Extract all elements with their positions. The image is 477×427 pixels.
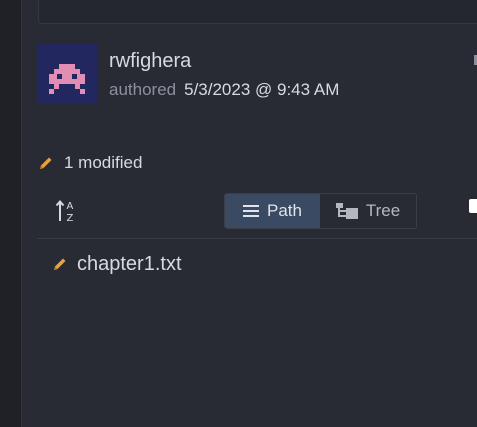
pencil-icon	[40, 157, 52, 169]
file-name: chapter1.txt	[77, 252, 182, 275]
file-row[interactable]: chapter1.txt	[52, 251, 182, 277]
path-label: Path	[267, 201, 302, 220]
path-view-button[interactable]: Path	[225, 194, 320, 228]
commit-details-panel: rwfighera authored 5/3/2023 @ 9:43 AM 1 m…	[0, 0, 477, 427]
svg-text:A: A	[67, 201, 74, 212]
sidebar-divider	[21, 0, 22, 427]
tree-label: Tree	[365, 201, 401, 220]
list-icon	[243, 205, 259, 217]
file-list-divider	[37, 238, 477, 239]
author-meta: authored 5/3/2023 @ 9:43 AM	[109, 80, 339, 100]
left-sidebar-strip	[0, 0, 21, 427]
checkbox[interactable]	[469, 199, 477, 213]
commit-date: 5/3/2023 @ 9:43 AM	[184, 80, 340, 99]
svg-text:Z: Z	[67, 213, 74, 224]
tree-icon	[335, 203, 358, 219]
authored-label: authored	[109, 80, 177, 99]
pencil-icon	[54, 258, 66, 270]
tree-view-button[interactable]: Tree	[320, 194, 416, 228]
sort-alpha-icon: A Z	[55, 199, 74, 224]
author-name[interactable]: rwfighera	[109, 49, 191, 73]
commit-message-panel	[38, 0, 477, 24]
view-toggle: Path Tree	[224, 193, 417, 229]
invader-avatar-icon	[37, 44, 97, 104]
avatar	[37, 44, 97, 104]
modified-count: 1 modified	[64, 153, 143, 172]
changes-summary: 1 modified	[38, 152, 142, 174]
sort-button[interactable]: A Z	[52, 197, 82, 225]
